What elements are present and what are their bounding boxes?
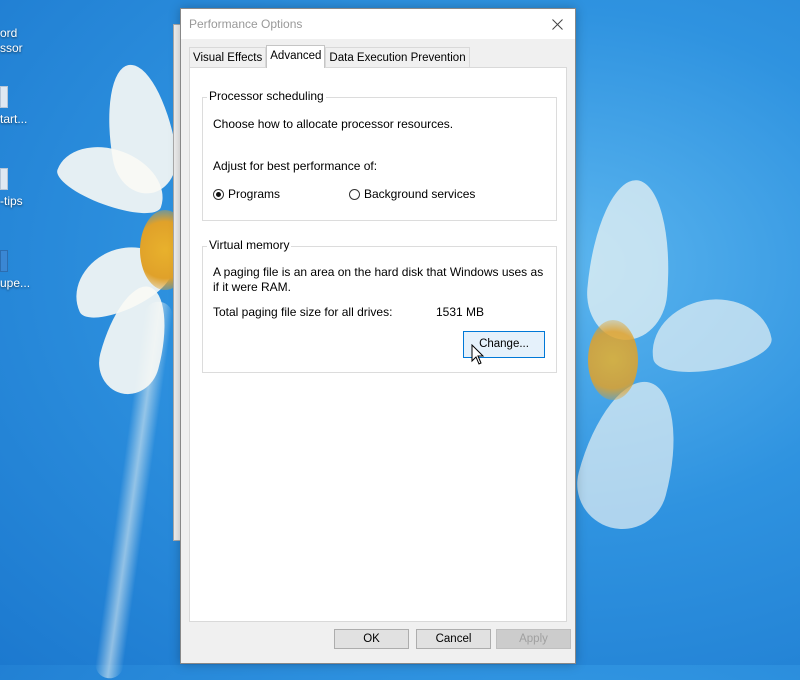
radio-button[interactable] <box>213 188 224 200</box>
wallpaper-petal <box>583 176 677 344</box>
radio-button[interactable] <box>349 188 360 200</box>
desktop-icon-label: ord <box>0 26 18 40</box>
desktop-icon-label: ssor <box>0 41 23 55</box>
tab-strip: Visual Effects Advanced Data Execution P… <box>189 45 470 68</box>
window-title: Performance Options <box>189 17 303 31</box>
processor-scheduling-legend: Processor scheduling <box>207 89 326 103</box>
close-icon <box>551 18 563 30</box>
adjust-performance-label: Adjust for best performance of: <box>213 159 378 173</box>
tab-panel-advanced: Processor scheduling Choose how to alloc… <box>189 67 567 622</box>
processor-scheduling-description: Choose how to allocate processor resourc… <box>213 117 454 131</box>
wallpaper-petal <box>567 370 693 540</box>
virtual-memory-legend: Virtual memory <box>207 238 292 252</box>
desktop-icon-label: -tips <box>0 194 23 208</box>
ok-button[interactable]: OK <box>334 629 409 649</box>
radio-background-services[interactable]: Background services <box>349 187 475 201</box>
desktop-icon-start[interactable]: tart... <box>0 86 40 127</box>
processor-scheduling-group: Processor scheduling Choose how to alloc… <box>202 89 557 221</box>
total-paging-file-value: 1531 MB <box>436 305 485 319</box>
tab-data-execution-prevention[interactable]: Data Execution Prevention <box>325 47 470 68</box>
virtual-memory-group: Virtual memory A paging file is an area … <box>202 238 557 373</box>
total-paging-file-label: Total paging file size for all drives: <box>213 305 393 319</box>
close-button[interactable] <box>545 13 569 35</box>
tab-advanced[interactable]: Advanced <box>266 45 326 68</box>
radio-selected-dot <box>216 191 221 197</box>
desktop-icon-upe[interactable]: upe... <box>0 250 40 291</box>
virtual-memory-description-line2: if it were RAM. <box>213 280 292 294</box>
tab-visual-effects[interactable]: Visual Effects <box>189 47 267 68</box>
wallpaper-flower-center <box>588 320 638 400</box>
apply-button[interactable]: Apply <box>496 629 571 649</box>
desktop-file-icon <box>0 250 8 272</box>
radio-programs[interactable]: Programs <box>213 187 280 201</box>
cancel-button[interactable]: Cancel <box>416 629 491 649</box>
desktop-icon-label: upe... <box>0 276 31 290</box>
radio-background-services-label: Background services <box>364 187 476 201</box>
performance-options-dialog: Performance Options Visual Effects Advan… <box>180 8 576 664</box>
desktop-icon-label: tart... <box>0 112 28 126</box>
change-button[interactable]: Change... <box>463 331 545 358</box>
desktop-icon-word-processor[interactable]: ord ssor <box>0 2 40 56</box>
radio-programs-label: Programs <box>228 187 281 201</box>
desktop-file-icon <box>0 86 8 108</box>
virtual-memory-description-line1: A paging file is an area on the hard dis… <box>213 265 544 279</box>
title-bar[interactable]: Performance Options <box>181 9 575 39</box>
desktop-icon-tips[interactable]: -tips <box>0 168 40 209</box>
desktop-file-icon <box>0 168 8 190</box>
